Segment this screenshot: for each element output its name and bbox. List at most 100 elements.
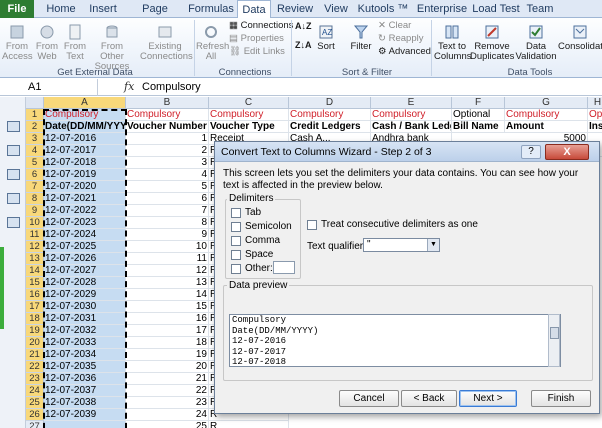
close-button[interactable]: X bbox=[545, 144, 589, 160]
row-header[interactable]: 5 bbox=[26, 157, 44, 169]
row-header[interactable]: 1 bbox=[26, 109, 44, 121]
voucher-number-cell[interactable]: 22 bbox=[126, 385, 209, 397]
pane-handle[interactable] bbox=[0, 247, 4, 329]
column-header-e[interactable]: E bbox=[371, 97, 452, 109]
properties-button[interactable]: ▤ Properties bbox=[229, 33, 284, 44]
voucher-number-cell[interactable]: 7 bbox=[126, 205, 209, 217]
voucher-number-cell[interactable]: 20 bbox=[126, 361, 209, 373]
voucher-number-cell[interactable]: 12 bbox=[126, 265, 209, 277]
date-cell[interactable]: 12-07-2030 bbox=[44, 301, 126, 313]
clear-button[interactable]: ✕ Clear bbox=[378, 20, 411, 31]
row-header[interactable]: 11 bbox=[26, 229, 44, 241]
semicolon-checkbox[interactable] bbox=[231, 222, 241, 232]
date-cell[interactable]: 12-07-2019 bbox=[44, 169, 126, 181]
tab-formulas[interactable]: Formulas bbox=[186, 0, 236, 18]
tab-page-layout[interactable]: Page Layout bbox=[126, 0, 184, 33]
date-cell[interactable] bbox=[44, 421, 126, 428]
column-header-a[interactable]: A bbox=[44, 97, 126, 109]
date-cell[interactable]: 12-07-2036 bbox=[44, 373, 126, 385]
voucher-number-cell[interactable]: 2 bbox=[126, 145, 209, 157]
remove-duplicates-button[interactable]: Remove Duplicates bbox=[470, 24, 514, 62]
date-cell[interactable]: 12-07-2035 bbox=[44, 361, 126, 373]
row-header[interactable]: 14 bbox=[26, 265, 44, 277]
row-header[interactable]: 7 bbox=[26, 181, 44, 193]
text-qualifier-select[interactable]: " ▼ bbox=[363, 238, 440, 252]
next-button[interactable]: Next > bbox=[459, 390, 517, 407]
voucher-number-cell[interactable]: 15 bbox=[126, 301, 209, 313]
data-preview-box[interactable]: Compulsory Date(DD/MM/YYYY) 12-07-2016 1… bbox=[229, 314, 561, 367]
row-header[interactable]: 24 bbox=[26, 385, 44, 397]
row-header[interactable]: 20 bbox=[26, 337, 44, 349]
voucher-number-cell[interactable]: 6 bbox=[126, 193, 209, 205]
voucher-number-cell[interactable]: 19 bbox=[126, 349, 209, 361]
date-cell[interactable]: 12-07-2022 bbox=[44, 205, 126, 217]
existing-connections-button[interactable]: Existing Connections bbox=[140, 24, 193, 62]
print-icon[interactable] bbox=[7, 169, 20, 180]
cell[interactable]: Optional bbox=[452, 109, 505, 121]
filter-button[interactable]: Filter bbox=[348, 24, 374, 52]
scroll-thumb[interactable] bbox=[550, 327, 559, 339]
voucher-number-cell[interactable]: 5 bbox=[126, 181, 209, 193]
cell[interactable]: Compulsory bbox=[289, 109, 371, 121]
tab-checkbox[interactable] bbox=[231, 208, 241, 218]
cell[interactable]: Compulsory bbox=[371, 109, 452, 121]
date-cell[interactable]: 12-07-2031 bbox=[44, 313, 126, 325]
sort-button[interactable]: AZ Sort bbox=[314, 24, 338, 52]
cell[interactable]: Voucher Type bbox=[209, 121, 289, 133]
cell[interactable]: Credit Ledgers bbox=[289, 121, 371, 133]
from-other-sources-button[interactable]: From Other Sources bbox=[90, 24, 134, 72]
tab-kutools[interactable]: Kutools ™ bbox=[356, 0, 410, 18]
voucher-number-cell[interactable]: 9 bbox=[126, 229, 209, 241]
row-header[interactable]: 27 bbox=[26, 421, 44, 428]
tab-view[interactable]: View bbox=[318, 0, 354, 18]
date-cell[interactable]: 12-07-2037 bbox=[44, 385, 126, 397]
tab-review[interactable]: Review bbox=[274, 0, 316, 18]
row-header[interactable]: 26 bbox=[26, 409, 44, 421]
voucher-number-cell[interactable]: 18 bbox=[126, 337, 209, 349]
workbook-icon[interactable] bbox=[7, 145, 20, 156]
row-header[interactable]: 16 bbox=[26, 289, 44, 301]
voucher-number-cell[interactable]: 1 bbox=[126, 133, 209, 145]
edit-links-button[interactable]: ⛓ Edit Links bbox=[229, 46, 285, 57]
cell[interactable]: Cash / Bank Ledger bbox=[371, 121, 452, 133]
comma-checkbox[interactable] bbox=[231, 236, 241, 246]
row-header[interactable]: 19 bbox=[26, 325, 44, 337]
row-header[interactable]: 21 bbox=[26, 349, 44, 361]
column-header-g[interactable]: G bbox=[505, 97, 588, 109]
tab-data[interactable]: Data bbox=[237, 0, 271, 19]
data-validation-button[interactable]: Data Validation bbox=[514, 24, 558, 62]
space-checkbox[interactable] bbox=[231, 250, 241, 260]
date-cell[interactable]: 12-07-2025 bbox=[44, 241, 126, 253]
date-cell[interactable]: 12-07-2021 bbox=[44, 193, 126, 205]
date-cell[interactable]: 12-07-2028 bbox=[44, 277, 126, 289]
voucher-number-cell[interactable]: 11 bbox=[126, 253, 209, 265]
refresh-all-button[interactable]: Refresh All bbox=[196, 24, 229, 62]
from-text-button[interactable]: From Text bbox=[62, 24, 88, 62]
cell[interactable]: Compulsory bbox=[44, 109, 126, 121]
row-header[interactable]: 8 bbox=[26, 193, 44, 205]
row-header[interactable]: 15 bbox=[26, 277, 44, 289]
row-header[interactable]: 18 bbox=[26, 313, 44, 325]
row-header[interactable]: 4 bbox=[26, 145, 44, 157]
cell[interactable]: Date(DD/MM/YYYY bbox=[44, 121, 126, 133]
row-header[interactable]: 6 bbox=[26, 169, 44, 181]
date-cell[interactable]: 12-07-2027 bbox=[44, 265, 126, 277]
other-delimiter-input[interactable] bbox=[273, 261, 295, 274]
find-replace-icon[interactable] bbox=[7, 217, 20, 228]
voucher-type-cell[interactable]: R bbox=[209, 421, 289, 428]
cell[interactable]: Ins bbox=[588, 121, 602, 133]
help-button[interactable]: ? bbox=[521, 145, 541, 159]
sort-az-button[interactable]: A↓Z bbox=[295, 21, 312, 32]
sort-za-button[interactable]: Z↓A bbox=[295, 40, 312, 51]
voucher-number-cell[interactable]: 8 bbox=[126, 217, 209, 229]
voucher-number-cell[interactable]: 17 bbox=[126, 325, 209, 337]
date-cell[interactable]: 12-07-2016 bbox=[44, 133, 126, 145]
tab-enterprise[interactable]: Enterprise bbox=[412, 0, 472, 18]
fx-icon[interactable]: fx bbox=[124, 79, 134, 95]
voucher-number-cell[interactable]: 4 bbox=[126, 169, 209, 181]
finish-button[interactable]: Finish bbox=[531, 390, 591, 407]
other-checkbox[interactable] bbox=[231, 264, 241, 274]
advanced-button[interactable]: ⚙ Advanced bbox=[378, 46, 431, 57]
list-icon[interactable] bbox=[7, 193, 20, 204]
voucher-number-cell[interactable]: 24 bbox=[126, 409, 209, 421]
